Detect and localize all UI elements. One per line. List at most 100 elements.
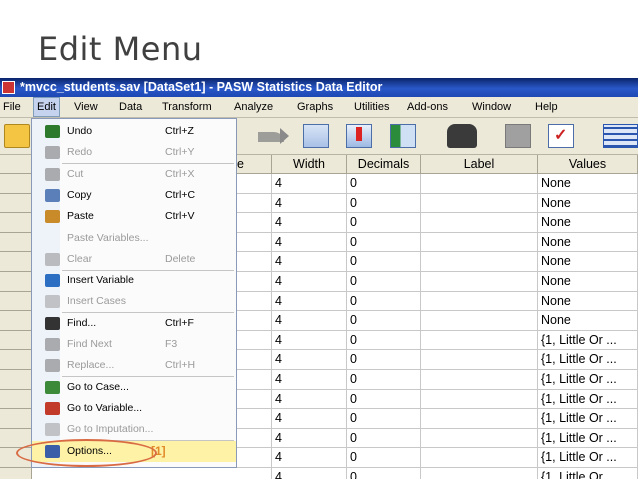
cell-width[interactable]: 4 <box>272 350 347 370</box>
cell-decimals[interactable]: 0 <box>347 448 421 468</box>
cell-decimals[interactable]: 0 <box>347 311 421 331</box>
cell-decimals[interactable]: 0 <box>347 252 421 272</box>
menu-help[interactable]: Help <box>532 97 561 117</box>
cell-values[interactable]: None <box>538 213 638 233</box>
cell-type[interactable] <box>32 468 272 479</box>
row-header[interactable] <box>0 409 32 429</box>
menu-transform[interactable]: Transform <box>159 97 215 117</box>
cell-decimals[interactable]: 0 <box>347 193 421 214</box>
cell-label[interactable] <box>421 330 538 351</box>
cell-label[interactable] <box>421 213 538 233</box>
cell-label[interactable] <box>421 311 538 331</box>
cell-label[interactable] <box>421 252 538 272</box>
menu-edit[interactable]: Edit <box>33 97 60 117</box>
cell-label[interactable] <box>421 232 538 253</box>
cell-decimals[interactable]: 0 <box>347 272 421 292</box>
cell-label[interactable] <box>421 428 538 449</box>
cell-width[interactable]: 4 <box>272 193 347 214</box>
cell-width[interactable]: 4 <box>272 291 347 312</box>
row-header[interactable] <box>0 370 32 390</box>
col-header-values[interactable]: Values <box>538 155 638 174</box>
menu-item-paste[interactable]: Paste Ctrl+V <box>32 206 236 227</box>
cell-decimals[interactable]: 0 <box>347 468 421 479</box>
menu-graphs[interactable]: Graphs <box>294 97 336 117</box>
menu-addons[interactable]: Add-ons <box>404 97 451 117</box>
cell-decimals[interactable]: 0 <box>347 213 421 233</box>
cell-label[interactable] <box>421 468 538 479</box>
cell-width[interactable]: 4 <box>272 330 347 351</box>
row-header[interactable] <box>0 232 32 253</box>
menu-data[interactable]: Data <box>116 97 145 117</box>
cell-values[interactable]: None <box>538 272 638 292</box>
menu-window[interactable]: Window <box>469 97 514 117</box>
row-header[interactable] <box>0 174 32 194</box>
menu-item-insert-variable[interactable]: Insert Variable <box>32 270 236 291</box>
menu-item-copy[interactable]: Copy Ctrl+C <box>32 185 236 206</box>
check-icon[interactable] <box>548 124 574 148</box>
cell-values[interactable]: None <box>538 232 638 253</box>
cell-values[interactable]: {1, Little Or ... <box>538 330 638 351</box>
cell-width[interactable]: 4 <box>272 311 347 331</box>
cell-width[interactable]: 4 <box>272 174 347 194</box>
cell-label[interactable] <box>421 272 538 292</box>
row-header[interactable] <box>0 350 32 370</box>
cell-decimals[interactable]: 0 <box>347 389 421 410</box>
cell-width[interactable]: 4 <box>272 389 347 410</box>
cell-values[interactable]: {1, Little Or ... <box>538 448 638 468</box>
cell-label[interactable] <box>421 409 538 429</box>
menu-item-go-to-case[interactable]: Go to Case... <box>32 377 236 398</box>
row-header[interactable] <box>0 389 32 410</box>
find-binoculars-icon[interactable] <box>447 124 477 148</box>
cell-values[interactable]: None <box>538 291 638 312</box>
cell-width[interactable]: 4 <box>272 213 347 233</box>
menu-item-find[interactable]: Find... Ctrl+F <box>32 313 236 334</box>
row-header[interactable] <box>0 330 32 351</box>
row-header[interactable] <box>0 272 32 292</box>
cell-width[interactable]: 4 <box>272 272 347 292</box>
cell-values[interactable]: {1, Little Or ... <box>538 389 638 410</box>
cell-decimals[interactable]: 0 <box>347 174 421 194</box>
menu-item-undo[interactable]: Undo Ctrl+Z <box>32 121 236 142</box>
go-to-case-icon[interactable] <box>303 124 329 148</box>
col-header-width[interactable]: Width <box>272 155 347 174</box>
cell-values[interactable]: {1, Little Or ... <box>538 409 638 429</box>
cell-width[interactable]: 4 <box>272 468 347 479</box>
cell-values[interactable]: {1, Little Or ... <box>538 370 638 390</box>
cell-values[interactable]: None <box>538 193 638 214</box>
col-header-decimals[interactable]: Decimals <box>347 155 421 174</box>
cell-decimals[interactable]: 0 <box>347 370 421 390</box>
cell-label[interactable] <box>421 291 538 312</box>
row-header[interactable] <box>0 252 32 272</box>
row-header[interactable] <box>0 311 32 331</box>
cell-decimals[interactable]: 0 <box>347 350 421 370</box>
cell-values[interactable]: {1, Little Or ... <box>538 468 638 479</box>
cell-width[interactable]: 4 <box>272 252 347 272</box>
cell-decimals[interactable]: 0 <box>347 291 421 312</box>
cell-width[interactable]: 4 <box>272 428 347 449</box>
insert-variable-icon[interactable] <box>390 124 416 148</box>
cell-decimals[interactable]: 0 <box>347 232 421 253</box>
menu-file[interactable]: File <box>0 97 24 117</box>
cell-width[interactable]: 4 <box>272 370 347 390</box>
cell-width[interactable]: 4 <box>272 448 347 468</box>
cell-values[interactable]: None <box>538 174 638 194</box>
cell-width[interactable]: 4 <box>272 232 347 253</box>
go-to-variable-icon[interactable] <box>346 124 372 148</box>
cell-values[interactable]: None <box>538 252 638 272</box>
cell-decimals[interactable]: 0 <box>347 330 421 351</box>
cell-values[interactable]: None <box>538 311 638 331</box>
cell-label[interactable] <box>421 370 538 390</box>
cell-width[interactable]: 4 <box>272 409 347 429</box>
cell-decimals[interactable]: 0 <box>347 409 421 429</box>
col-header-label[interactable]: Label <box>421 155 538 174</box>
cell-decimals[interactable]: 0 <box>347 428 421 449</box>
menu-analyze[interactable]: Analyze <box>231 97 276 117</box>
cell-values[interactable]: {1, Little Or ... <box>538 350 638 370</box>
row-header[interactable] <box>0 291 32 312</box>
row-header[interactable] <box>0 213 32 233</box>
cell-label[interactable] <box>421 389 538 410</box>
cell-label[interactable] <box>421 350 538 370</box>
menu-item-go-to-variable[interactable]: Go to Variable... <box>32 398 236 419</box>
cell-values[interactable]: {1, Little Or ... <box>538 428 638 449</box>
cell-label[interactable] <box>421 174 538 194</box>
